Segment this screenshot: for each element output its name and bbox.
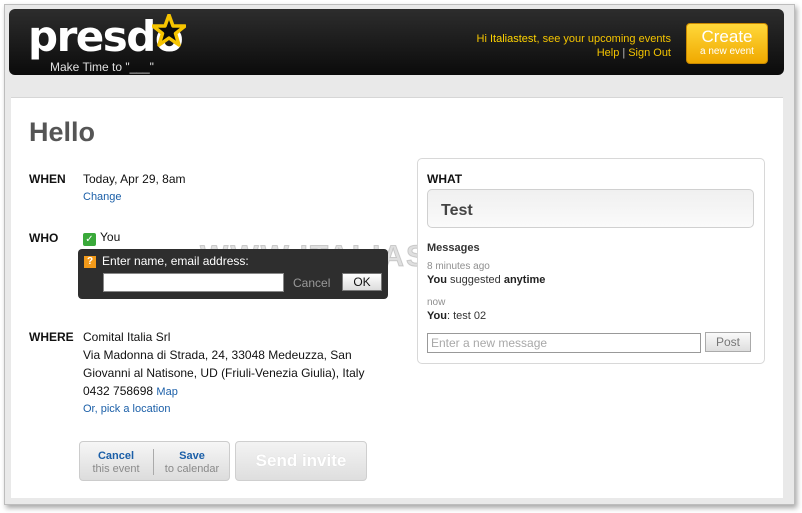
invite-cancel-button[interactable]: Cancel xyxy=(293,276,330,290)
invite-ok-button[interactable]: OK xyxy=(342,273,382,291)
who-label: WHO xyxy=(29,231,59,245)
post-message-button[interactable]: Post xyxy=(705,332,751,352)
invite-email-input[interactable] xyxy=(103,273,284,292)
app-header: presdo Make Time to "___" Hi Italiastest… xyxy=(9,9,784,75)
create-label: Create xyxy=(701,27,753,46)
create-sub-label: a new event xyxy=(700,46,754,57)
header-links: Help | Sign Out xyxy=(597,47,671,59)
address-phone: 0432 758698 xyxy=(83,384,154,398)
message-timestamp: 8 minutes ago xyxy=(427,261,490,272)
help-link[interactable]: Help xyxy=(597,47,620,59)
star-icon xyxy=(152,14,186,47)
attendee-name: You xyxy=(100,230,121,244)
save-to-calendar-button[interactable]: Save to calendar xyxy=(154,442,230,480)
message-item: You suggested anytime xyxy=(427,274,546,286)
change-time-link[interactable]: Change xyxy=(83,191,122,203)
save-sub: to calendar xyxy=(164,463,220,475)
message-item: You: test 02 xyxy=(427,310,487,322)
tagline: Make Time to "___" xyxy=(50,60,154,74)
address-phone-row: 0432 758698 Map xyxy=(83,382,383,401)
messages-heading: Messages xyxy=(427,242,480,254)
save-label: Save xyxy=(179,450,205,462)
address-line: Comital Italia Srl xyxy=(83,330,171,344)
message-emphasis: anytime xyxy=(503,274,546,286)
message-author: You xyxy=(427,310,447,322)
address-block: Comital Italia Srl Via Madonna di Strada… xyxy=(83,328,383,401)
sign-out-link[interactable]: Sign Out xyxy=(628,47,671,59)
when-value: Today, Apr 29, 8am xyxy=(83,172,186,186)
message-author: You xyxy=(427,274,447,286)
address-line: Giovanni al Natisone, UD (Friuli-Venezia… xyxy=(83,366,365,380)
what-value-box[interactable]: Test xyxy=(427,189,754,228)
link-separator: | xyxy=(622,47,626,59)
event-action-group: Cancel this event Save to calendar xyxy=(79,441,230,481)
pick-location-link[interactable]: Or, pick a location xyxy=(83,403,170,415)
when-label: WHEN xyxy=(29,172,66,186)
where-label: WHERE xyxy=(29,330,74,344)
greeting-text: Hi Italiastest, see your upcoming events xyxy=(476,33,671,45)
what-label: WHAT xyxy=(427,172,463,186)
checkmark-icon: ✓ xyxy=(83,233,96,246)
cancel-event-button[interactable]: Cancel this event xyxy=(80,442,152,480)
invite-popup: ? Enter name, email address: Cancel OK xyxy=(78,249,388,299)
address-line: Via Madonna di Strada, 24, 33048 Medeuzz… xyxy=(83,348,352,362)
cancel-event-sub: this event xyxy=(92,463,140,475)
event-title[interactable]: Hello xyxy=(29,117,95,148)
new-message-input[interactable]: Enter a new message xyxy=(427,333,701,353)
invite-prompt: Enter name, email address: xyxy=(102,254,249,268)
question-icon: ? xyxy=(84,256,96,268)
username-link[interactable]: Italiastest xyxy=(490,33,536,45)
send-invite-button[interactable]: Send invite xyxy=(235,441,367,481)
map-link[interactable]: Map xyxy=(156,386,177,398)
who-attendee: ✓ You xyxy=(83,230,120,246)
message-timestamp: now xyxy=(427,297,446,308)
cancel-event-label: Cancel xyxy=(97,450,135,462)
create-event-button[interactable]: Create a new event xyxy=(686,23,768,64)
